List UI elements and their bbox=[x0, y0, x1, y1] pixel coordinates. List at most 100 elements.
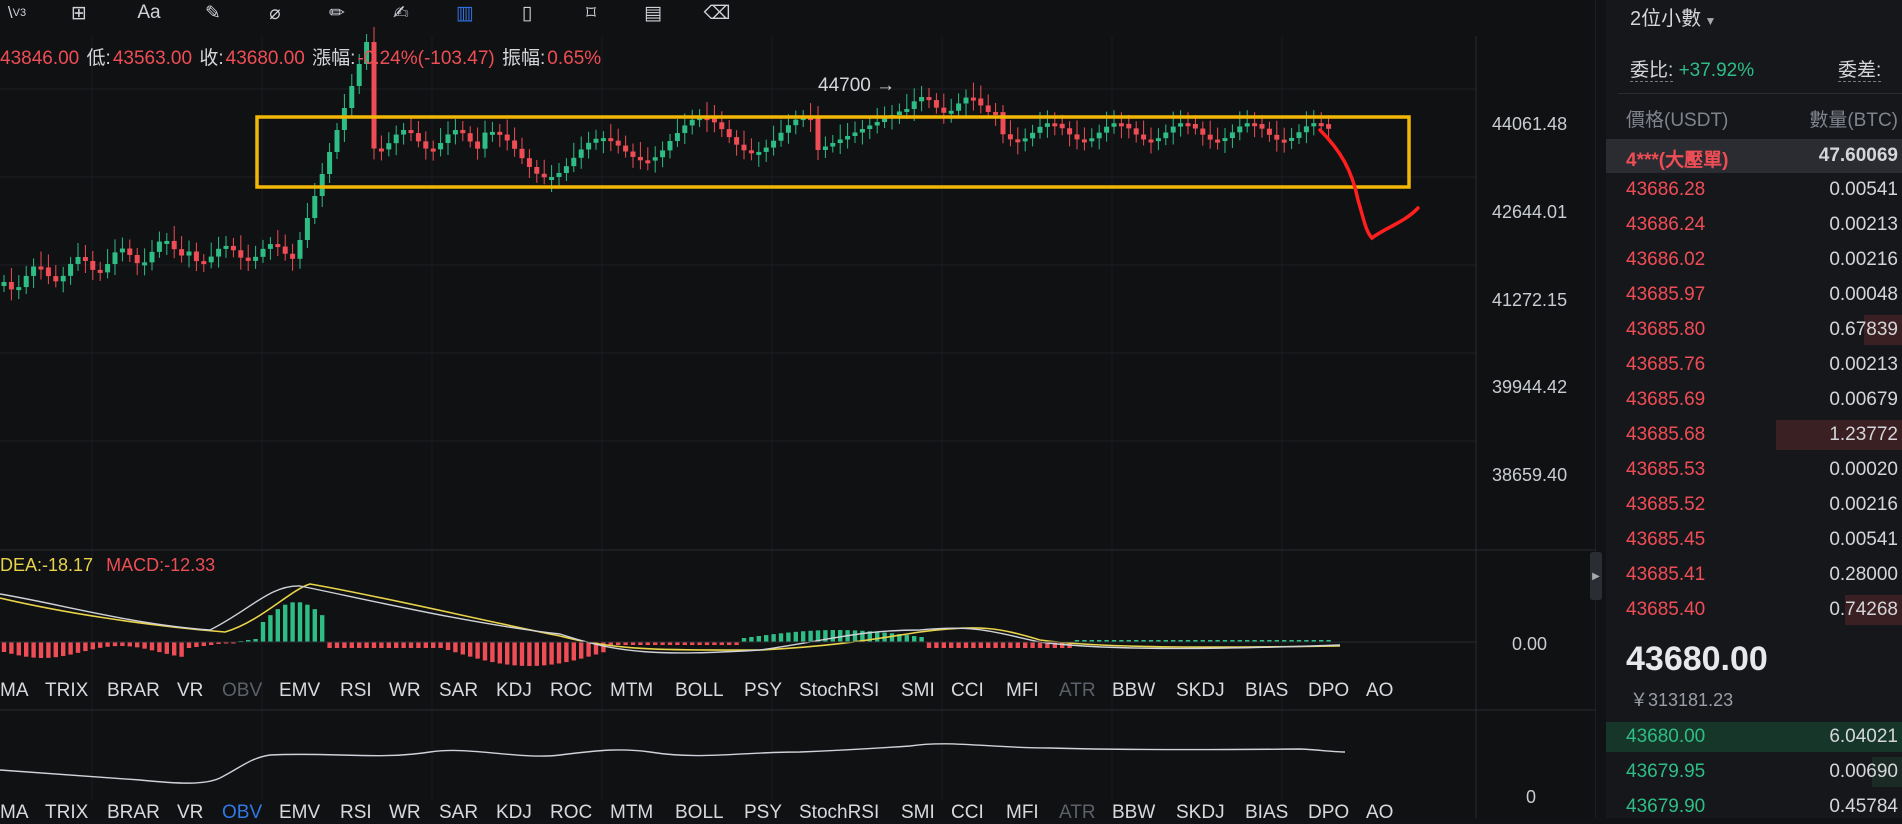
indicator-tab-roc[interactable]: ROC bbox=[550, 802, 592, 824]
candle-body bbox=[1222, 138, 1228, 142]
indicator-tab-ma[interactable]: MA bbox=[0, 680, 29, 702]
indicator-tab-brar[interactable]: BRAR bbox=[107, 802, 160, 824]
chart-area[interactable]: \ V3 ⊞ Aa ✎ ⌀ ✏ ✍ ▥ ▯ ⌑ ▤ ⌫ 43846.00 低: 43… bbox=[0, 0, 1602, 823]
indicator-tab-bias[interactable]: BIAS bbox=[1245, 680, 1288, 702]
indicator-tab-brar[interactable]: BRAR bbox=[107, 680, 160, 702]
delete-icon[interactable]: ▯ bbox=[510, 0, 544, 26]
indicator-tab-kdj[interactable]: KDJ bbox=[496, 680, 532, 702]
indicator-tab-mtm[interactable]: MTM bbox=[610, 802, 653, 824]
pencil-icon[interactable]: ✏ bbox=[320, 0, 354, 26]
indicator-tab-bbw[interactable]: BBW bbox=[1112, 802, 1155, 824]
ask-row[interactable]: 43685.97 0.00048 bbox=[1606, 278, 1902, 312]
candle-body bbox=[674, 133, 680, 142]
indicator-tab-smi[interactable]: SMI bbox=[901, 802, 935, 824]
indicator-tab-stochrsi[interactable]: StochRSI bbox=[799, 680, 879, 702]
indicator-tab-mfi[interactable]: MFI bbox=[1006, 802, 1039, 824]
ask-row[interactable]: 43686.24 0.00213 bbox=[1606, 208, 1902, 242]
candle-body bbox=[341, 108, 347, 130]
trash-icon[interactable]: ⌫ bbox=[700, 0, 734, 26]
text-tool-icon[interactable]: Aa bbox=[132, 0, 166, 26]
indicator-tab-atr[interactable]: ATR bbox=[1059, 802, 1096, 824]
indicator-tab-obv[interactable]: OBV bbox=[222, 802, 262, 824]
macd-bar bbox=[505, 642, 510, 665]
indicator-tab-bbw[interactable]: BBW bbox=[1112, 680, 1155, 702]
macd-bar bbox=[98, 642, 103, 648]
candle-body bbox=[904, 108, 910, 112]
indicator-tab-wr[interactable]: WR bbox=[389, 680, 421, 702]
ruler-icon[interactable]: ✎ bbox=[196, 0, 230, 26]
ask-row[interactable]: 43685.41 0.28000 bbox=[1606, 558, 1902, 592]
indicator-tab-mfi[interactable]: MFI bbox=[1006, 680, 1039, 702]
big-order-row[interactable]: 4***(大壓單) 47.60069 bbox=[1606, 139, 1902, 173]
bid-row[interactable]: 43679.90 0.45784 bbox=[1606, 790, 1902, 824]
ask-row[interactable]: 43685.52 0.00216 bbox=[1606, 488, 1902, 522]
indicator-tab-trix[interactable]: TRIX bbox=[45, 802, 88, 824]
price-tick-label: 39944.42 bbox=[1492, 377, 1568, 397]
indicator-tab-atr[interactable]: ATR bbox=[1059, 680, 1096, 702]
candle-type-icon[interactable]: ▥ bbox=[448, 0, 482, 26]
indicator-tab-skdj[interactable]: SKDJ bbox=[1176, 802, 1225, 824]
candle-body bbox=[534, 167, 540, 174]
candle-body bbox=[1044, 123, 1050, 127]
add-indicator-icon[interactable]: ⊞ bbox=[62, 0, 96, 26]
indicator-tab-smi[interactable]: SMI bbox=[901, 680, 935, 702]
indicator-tab-rsi[interactable]: RSI bbox=[340, 802, 372, 824]
indicator-tab-trix[interactable]: TRIX bbox=[45, 680, 88, 702]
indicator-tab-sar[interactable]: SAR bbox=[439, 680, 478, 702]
indicator-tab-rsi[interactable]: RSI bbox=[340, 680, 372, 702]
indicator-tab-obv[interactable]: OBV bbox=[222, 680, 262, 702]
ask-row[interactable]: 43686.28 0.00541 bbox=[1606, 173, 1902, 207]
ask-row[interactable]: 43685.40 0.74268 bbox=[1606, 593, 1902, 627]
ask-row[interactable]: 43685.69 0.00679 bbox=[1606, 383, 1902, 417]
candle-body bbox=[349, 86, 355, 108]
brush-icon[interactable]: ✍ bbox=[384, 0, 418, 26]
indicator-tab-cci[interactable]: CCI bbox=[951, 680, 984, 702]
indicator-tab-wr[interactable]: WR bbox=[389, 802, 421, 824]
precision-select[interactable]: 2位小數 ▼ bbox=[1630, 2, 1716, 31]
indicator-tab-boll[interactable]: BOLL bbox=[675, 802, 724, 824]
candle-body bbox=[526, 158, 532, 168]
ask-row[interactable]: 43685.53 0.00020 bbox=[1606, 453, 1902, 487]
indicator-tab-cci[interactable]: CCI bbox=[951, 802, 984, 824]
bookmark-icon[interactable]: ⌑ bbox=[574, 0, 608, 26]
indicator-tab-ma[interactable]: MA bbox=[0, 802, 29, 824]
indicator-tab-stochrsi[interactable]: StochRSI bbox=[799, 802, 879, 824]
indicator-tab-mtm[interactable]: MTM bbox=[610, 680, 653, 702]
bid-row[interactable]: 43680.00 6.04021 bbox=[1606, 720, 1902, 754]
indicator-tab-ao[interactable]: AO bbox=[1366, 680, 1393, 702]
indicator-tab-ao[interactable]: AO bbox=[1366, 802, 1393, 824]
bid-row[interactable]: 43679.95 0.00690 bbox=[1606, 755, 1902, 789]
indicator-tab-emv[interactable]: EMV bbox=[279, 802, 320, 824]
candle-body bbox=[253, 256, 259, 261]
candle-body bbox=[438, 143, 444, 150]
indicator-tab-psy[interactable]: PSY bbox=[744, 802, 782, 824]
macd-bar bbox=[993, 642, 998, 648]
indicator-tab-dpo[interactable]: DPO bbox=[1308, 680, 1349, 702]
indicator-tab-psy[interactable]: PSY bbox=[744, 680, 782, 702]
indicator-tab-vr[interactable]: VR bbox=[177, 680, 203, 702]
indicator-tab-bias[interactable]: BIAS bbox=[1245, 802, 1288, 824]
measure-icon[interactable]: ⌀ bbox=[258, 0, 292, 26]
indicator-tab-dpo[interactable]: DPO bbox=[1308, 802, 1349, 824]
ask-row[interactable]: 43685.80 0.67839 bbox=[1606, 313, 1902, 347]
ask-row[interactable]: 43685.45 0.00541 bbox=[1606, 523, 1902, 557]
macd-bar bbox=[164, 642, 169, 654]
indicator-tab-sar[interactable]: SAR bbox=[439, 802, 478, 824]
candle-body bbox=[623, 145, 629, 152]
ask-row[interactable]: 43685.68 1.23772 bbox=[1606, 418, 1902, 452]
indicator-tab-emv[interactable]: EMV bbox=[279, 680, 320, 702]
indicator-tab-boll[interactable]: BOLL bbox=[675, 680, 724, 702]
price-tick-label: 42644.01 bbox=[1492, 202, 1568, 222]
indicator-tab-vr[interactable]: VR bbox=[177, 802, 203, 824]
indicator-tab-roc[interactable]: ROC bbox=[550, 680, 592, 702]
candle-body bbox=[334, 130, 340, 152]
line-tool-icon[interactable]: \ V3 bbox=[0, 0, 34, 26]
indicator-tab-skdj[interactable]: SKDJ bbox=[1176, 680, 1225, 702]
ask-row[interactable]: 43685.76 0.00213 bbox=[1606, 348, 1902, 382]
candle-body bbox=[8, 282, 14, 290]
note-icon[interactable]: ▤ bbox=[636, 0, 670, 26]
candle-body bbox=[282, 246, 288, 254]
collapse-panel-button[interactable]: ▶ bbox=[1590, 552, 1602, 600]
indicator-tab-kdj[interactable]: KDJ bbox=[496, 802, 532, 824]
ask-row[interactable]: 43686.02 0.00216 bbox=[1606, 243, 1902, 277]
